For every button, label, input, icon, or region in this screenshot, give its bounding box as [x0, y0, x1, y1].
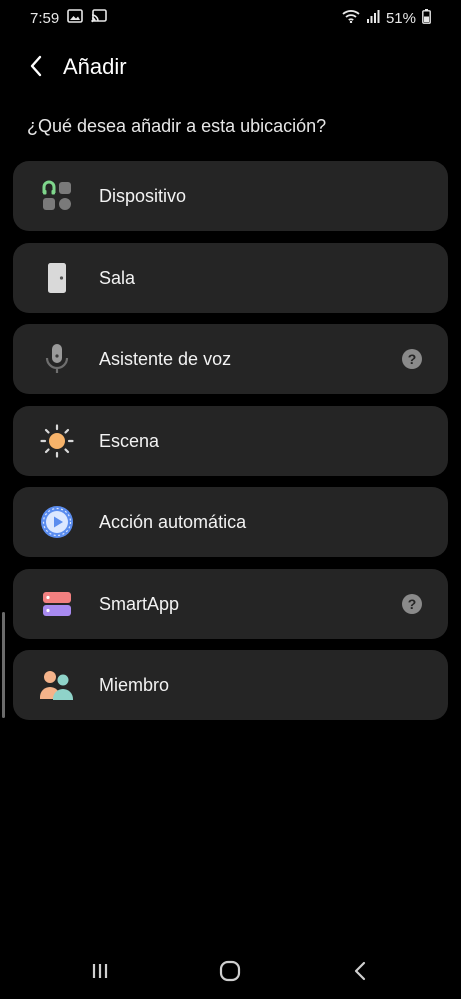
option-list: Dispositivo Sala Asistente de voz ? Esce…	[13, 161, 448, 732]
back-button[interactable]	[18, 48, 54, 88]
page-title: Añadir	[63, 54, 127, 79]
wifi-icon	[342, 9, 360, 27]
microphone-icon	[39, 341, 75, 377]
screen: 7:59 51% Añadir ¿Qué desea añadir a esta…	[0, 0, 461, 999]
members-icon	[39, 667, 75, 703]
help-icon[interactable]: ?	[402, 593, 422, 614]
option-escena[interactable]: Escena	[13, 405, 448, 476]
back-icon	[353, 961, 367, 986]
battery-percent: 51%	[385, 9, 416, 27]
chevron-left-icon	[29, 55, 43, 82]
option-label: SmartApp	[99, 593, 180, 614]
option-label: Sala	[99, 267, 136, 288]
option-label: Asistente de voz	[99, 349, 232, 369]
status-left: 7:59	[30, 9, 108, 27]
option-label: Dispositivo	[99, 186, 187, 206]
home-icon	[219, 960, 241, 987]
subtitle: ¿Qué desea añadir a esta ubicación?	[27, 116, 327, 136]
recent-apps-button[interactable]	[80, 959, 120, 987]
battery-icon	[422, 8, 431, 28]
status-bar: 7:59 51%	[0, 0, 461, 36]
option-accion-automatica[interactable]: Acción automática	[13, 487, 448, 557]
automation-play-icon	[39, 504, 75, 540]
option-sala[interactable]: Sala	[13, 242, 448, 313]
help-icon[interactable]: ?	[402, 349, 422, 369]
recent-apps-icon	[91, 962, 109, 985]
option-miembro[interactable]: Miembro	[13, 650, 448, 720]
device-icon	[39, 178, 75, 214]
sun-icon	[39, 423, 75, 459]
option-label: Acción automática	[99, 512, 247, 532]
option-asistente-de-voz[interactable]: Asistente de voz ?	[13, 324, 448, 394]
status-time: 7:59	[30, 9, 60, 27]
navigation-bar	[0, 945, 461, 999]
signal-icon	[366, 9, 380, 27]
image-icon	[67, 9, 84, 27]
status-right: 51%	[342, 8, 431, 28]
option-smartapp[interactable]: SmartApp ?	[13, 568, 448, 639]
option-dispositivo[interactable]: Dispositivo	[13, 161, 448, 231]
header: Añadir	[0, 44, 461, 92]
door-icon	[39, 260, 75, 296]
nav-back-button[interactable]	[340, 959, 380, 987]
scrollbar[interactable]	[2, 612, 5, 718]
smartapp-icon	[39, 586, 75, 622]
cast-icon	[91, 9, 108, 27]
home-button[interactable]	[210, 959, 250, 987]
option-label: Escena	[99, 430, 160, 451]
option-label: Miembro	[99, 675, 170, 695]
